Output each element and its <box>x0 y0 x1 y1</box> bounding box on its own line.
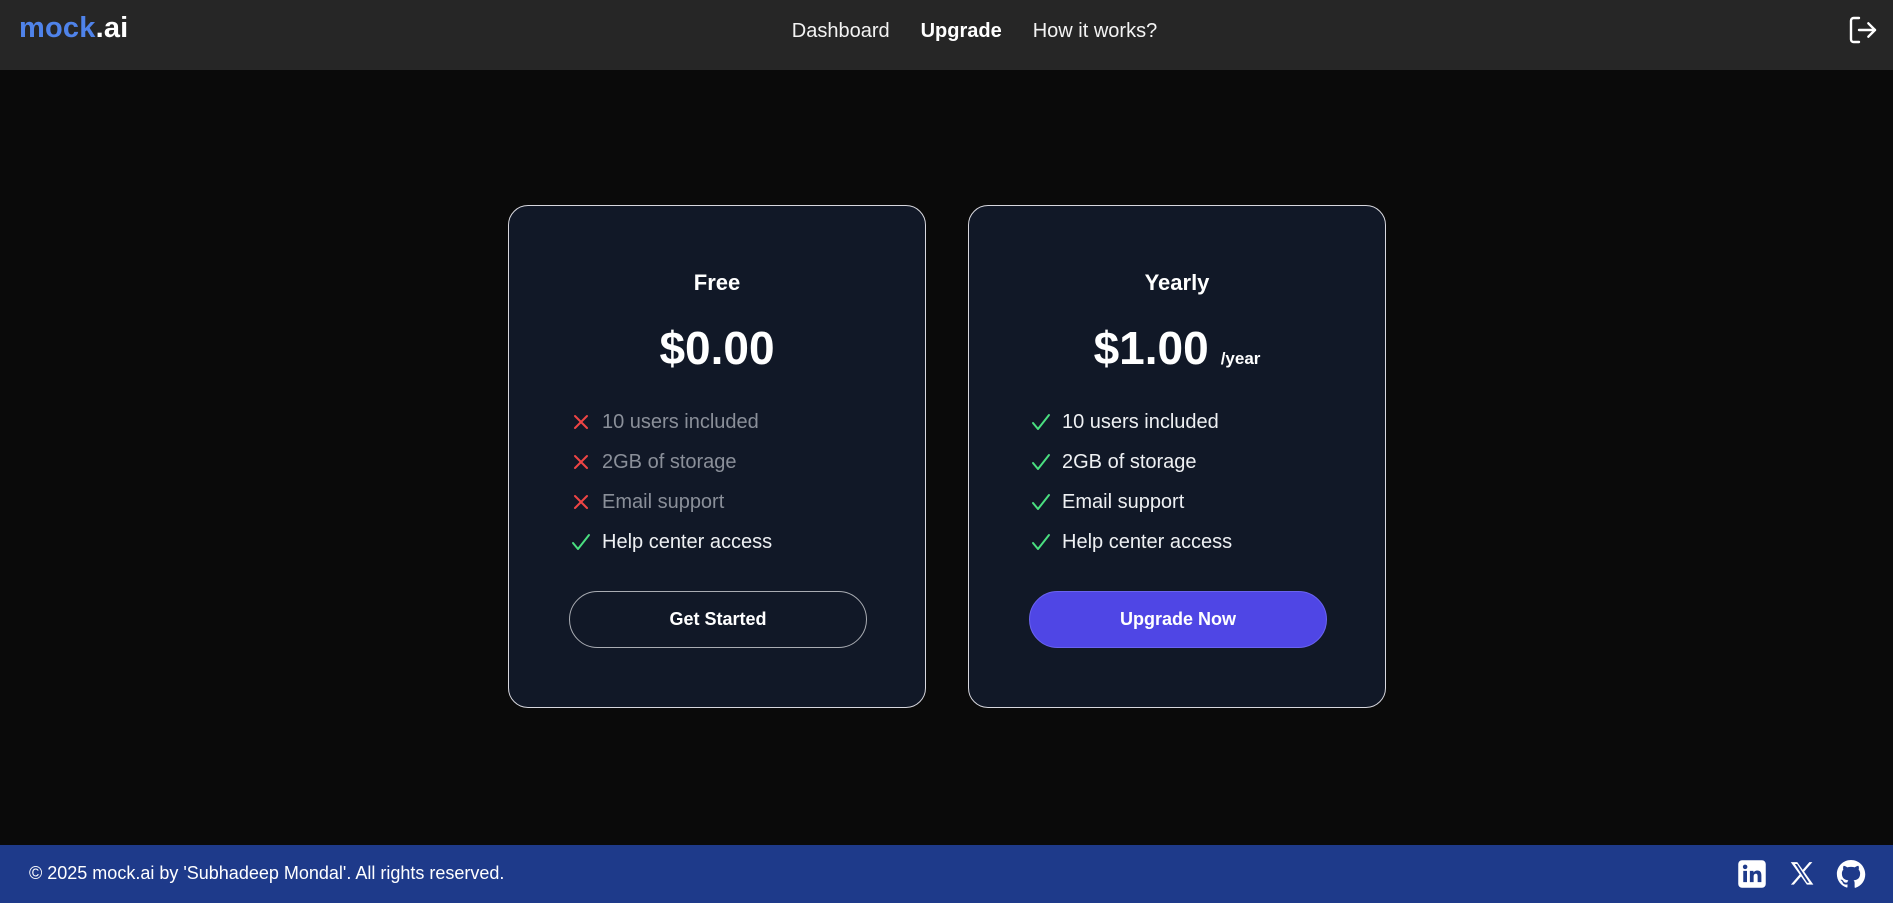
feature-item: Email support <box>1031 482 1232 522</box>
plan-card-yearly: Yearly $1.00 /year 10 users included 2GB… <box>968 205 1386 708</box>
x-icon[interactable] <box>1787 859 1817 889</box>
feature-label: Help center access <box>1062 530 1233 553</box>
feature-item: 2GB of storage <box>1031 442 1232 482</box>
price-row: $0.00 <box>509 321 925 375</box>
main-nav: Dashboard Upgrade How it works? <box>0 0 1893 62</box>
feature-label: 2GB of storage <box>1062 450 1197 473</box>
plan-name: Yearly <box>1144 270 1210 295</box>
upgrade-now-button[interactable]: Upgrade Now <box>1029 591 1327 648</box>
plan-price: $0.00 <box>659 322 775 374</box>
feature-list: 10 users included 2GB of storage Email s… <box>571 402 772 562</box>
nav-how-it-works[interactable]: How it works? <box>1033 20 1157 43</box>
copyright-text: © 2025 mock.ai by 'Subhadeep Mondal'. Al… <box>29 863 505 883</box>
feature-list: 10 users included 2GB of storage Email s… <box>1031 402 1232 562</box>
feature-label: 10 users included <box>1062 410 1219 433</box>
nav-dashboard[interactable]: Dashboard <box>792 20 890 43</box>
check-icon <box>1032 454 1050 470</box>
feature-label: Email support <box>602 490 725 513</box>
footer: © 2025 mock.ai by 'Subhadeep Mondal'. Al… <box>0 845 1893 903</box>
check-icon <box>1032 494 1050 510</box>
feature-label: Help center access <box>602 530 773 553</box>
linkedin-icon[interactable] <box>1737 859 1767 889</box>
nav-upgrade[interactable]: Upgrade <box>921 20 1002 43</box>
price-row: $1.00 /year <box>969 321 1385 375</box>
cross-icon <box>574 495 588 509</box>
get-started-button[interactable]: Get Started <box>569 591 867 648</box>
feature-item: 10 users included <box>1031 402 1232 442</box>
check-icon <box>1032 534 1050 550</box>
cross-icon <box>574 455 588 469</box>
feature-item: 2GB of storage <box>571 442 772 482</box>
github-icon[interactable] <box>1836 859 1866 889</box>
feature-label: 10 users included <box>602 410 759 433</box>
check-icon <box>572 534 590 550</box>
feature-label: 2GB of storage <box>602 450 737 473</box>
feature-item: Help center access <box>571 522 772 562</box>
feature-item: 10 users included <box>571 402 772 442</box>
cross-icon <box>574 415 588 429</box>
check-icon <box>1032 414 1050 430</box>
plan-price: $1.00 <box>1093 322 1209 374</box>
logout-icon[interactable] <box>1847 14 1879 46</box>
feature-item: Help center access <box>1031 522 1232 562</box>
plan-period: /year <box>1220 349 1261 368</box>
plan-name: Free <box>693 270 741 295</box>
feature-label: Email support <box>1062 490 1185 513</box>
plan-card-free: Free $0.00 10 users included 2GB of stor… <box>508 205 926 708</box>
top-navbar: mock.ai Dashboard Upgrade How it works? <box>0 0 1893 70</box>
feature-item: Email support <box>571 482 772 522</box>
